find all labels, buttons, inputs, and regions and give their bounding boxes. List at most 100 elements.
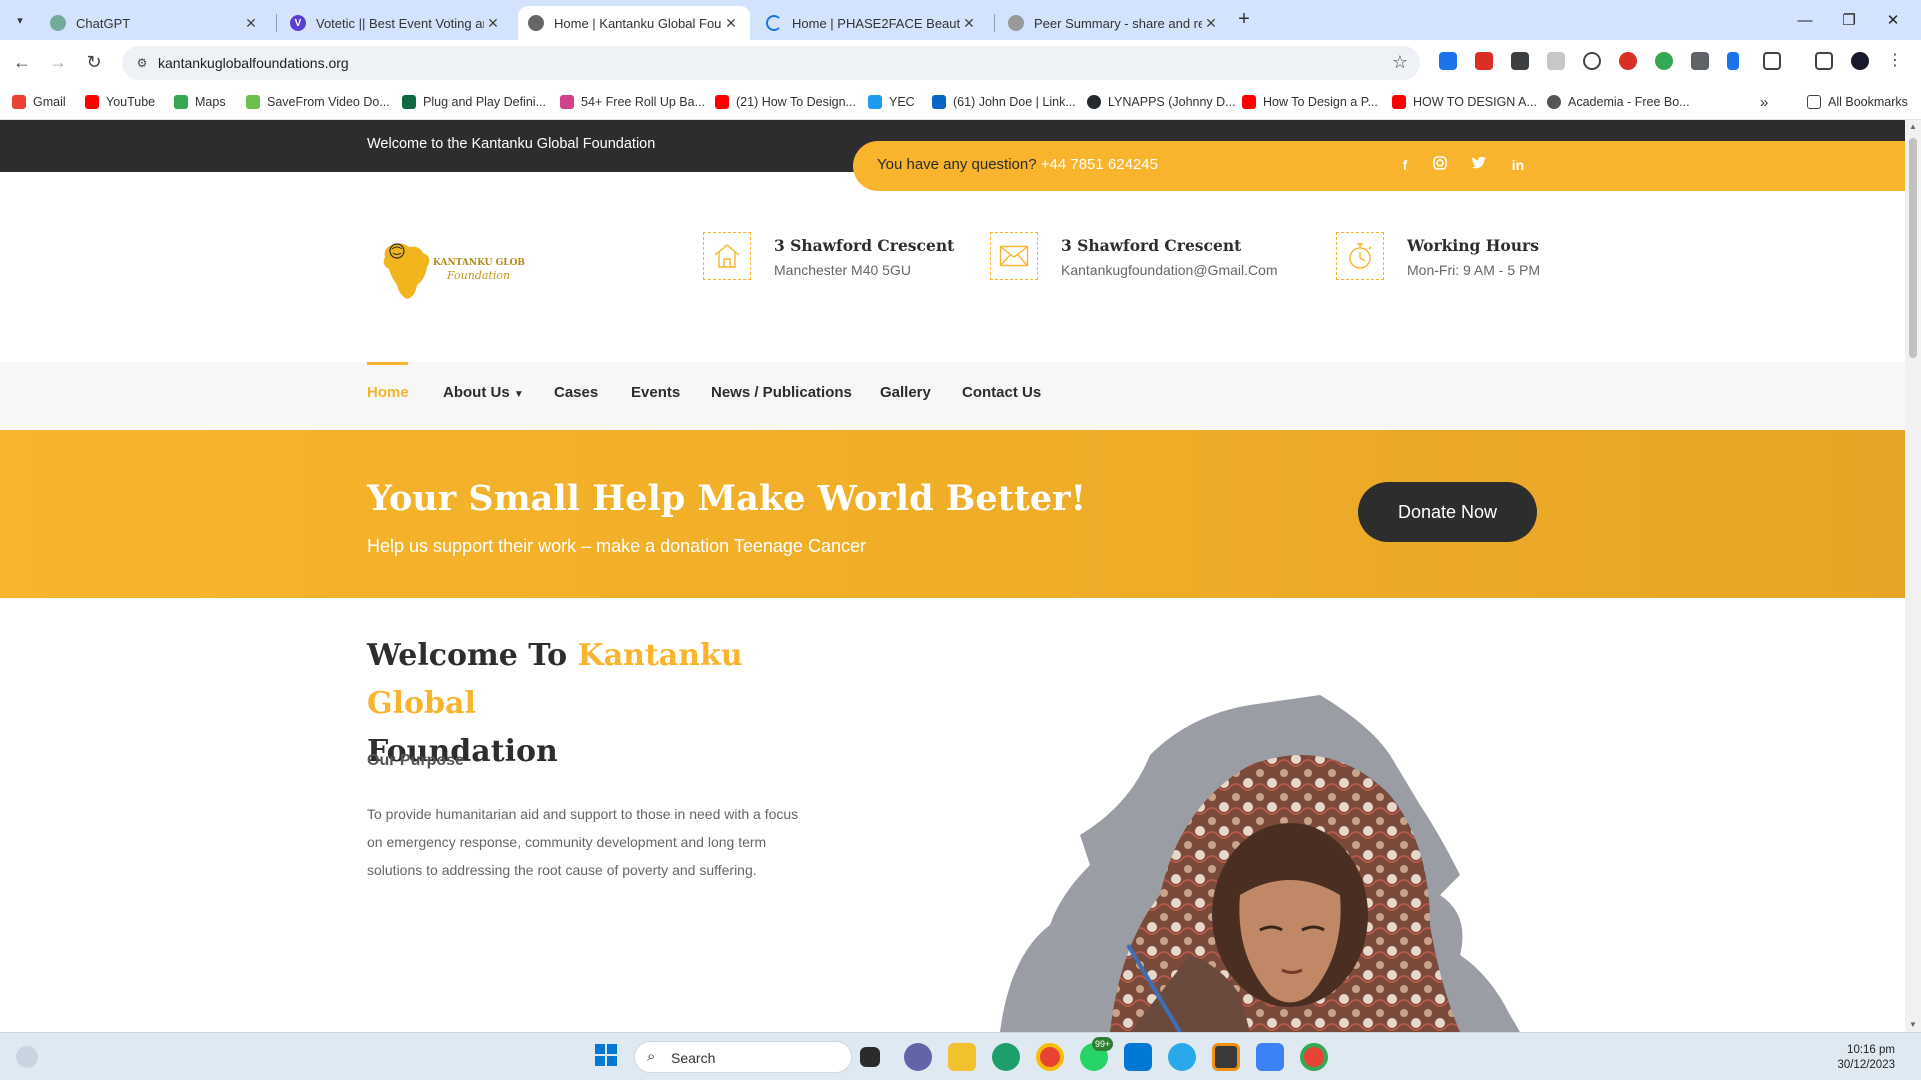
bookmark-savefrom[interactable]: SaveFrom Video Do... bbox=[246, 84, 390, 120]
gmail-icon bbox=[12, 95, 26, 109]
github-icon bbox=[1087, 95, 1101, 109]
bookmark-how-to-design[interactable]: (21) How To Design... bbox=[715, 84, 856, 120]
extension-icon[interactable] bbox=[1691, 52, 1709, 70]
reload-button[interactable]: ↻ bbox=[82, 50, 106, 74]
tab-votetic[interactable]: V Votetic || Best Event Voting and ✕ bbox=[280, 6, 512, 40]
extension-icon[interactable] bbox=[1511, 52, 1529, 70]
child-studying-image bbox=[1000, 695, 1520, 1032]
bookmark-yec[interactable]: YEC bbox=[868, 84, 915, 120]
edge-browser-icon[interactable] bbox=[992, 1043, 1020, 1071]
tab-search-button[interactable]: ▾ bbox=[8, 8, 32, 32]
start-windows-icon[interactable] bbox=[594, 1043, 622, 1071]
donation-banner: Your Small Help Make World Better! Help … bbox=[0, 430, 1905, 598]
vscode-icon[interactable] bbox=[1124, 1043, 1152, 1071]
extension-icon[interactable] bbox=[1583, 52, 1601, 70]
banner-title: Your Small Help Make World Better! bbox=[367, 478, 1086, 519]
app-icon[interactable] bbox=[1256, 1043, 1284, 1071]
page-scrollbar[interactable]: ▲ ▼ bbox=[1905, 120, 1921, 1032]
address-bar[interactable]: ⚙ kantankuglobalfoundations.org ☆ bbox=[122, 46, 1420, 80]
facebook-icon[interactable]: f bbox=[1395, 155, 1415, 175]
widgets-icon[interactable] bbox=[16, 1046, 38, 1068]
close-tab-icon[interactable]: ✕ bbox=[722, 15, 740, 32]
kantanku-logo[interactable]: KANTANKU GLOBAL Foundation bbox=[375, 235, 525, 305]
maps-icon bbox=[174, 95, 188, 109]
bookmark-maps[interactable]: Maps bbox=[174, 84, 226, 120]
extension-icon[interactable] bbox=[1619, 52, 1637, 70]
nav-home[interactable]: Home bbox=[367, 384, 409, 401]
teams-chat-icon[interactable] bbox=[904, 1043, 932, 1071]
close-tab-icon[interactable]: ✕ bbox=[242, 15, 260, 32]
bookmark-lynapps[interactable]: LYNAPPS (Johnny D... bbox=[1087, 84, 1236, 120]
close-tab-icon[interactable]: ✕ bbox=[1202, 15, 1220, 32]
bookmark-linkedin[interactable]: (61) John Doe | Link... bbox=[932, 84, 1076, 120]
side-panel-icon[interactable] bbox=[1815, 52, 1833, 70]
sublime-text-icon[interactable] bbox=[1212, 1043, 1240, 1071]
all-bookmarks-button[interactable]: All Bookmarks bbox=[1807, 84, 1908, 120]
bookmark-academia[interactable]: Academia - Free Bo... bbox=[1547, 84, 1690, 120]
bookmark-plug-and-play[interactable]: Plug and Play Defini... bbox=[402, 84, 546, 120]
bookmark-how-to-design-a[interactable]: HOW TO DESIGN A... bbox=[1392, 84, 1537, 120]
close-tab-icon[interactable]: ✕ bbox=[484, 15, 502, 32]
tab-peer-summary[interactable]: Peer Summary - share and read ✕ bbox=[998, 6, 1230, 40]
folder-icon bbox=[1807, 95, 1821, 109]
bookmark-how-to-design-p[interactable]: How To Design a P... bbox=[1242, 84, 1378, 120]
tab-kantanku[interactable]: Home | Kantanku Global Found ✕ bbox=[518, 6, 750, 40]
nav-events[interactable]: Events bbox=[631, 384, 680, 401]
scroll-up-arrow-icon[interactable]: ▲ bbox=[1905, 120, 1921, 134]
tab-chatgpt[interactable]: ChatGPT ✕ bbox=[40, 6, 270, 40]
twitter-icon[interactable] bbox=[1469, 155, 1489, 175]
nav-contact-us[interactable]: Contact Us bbox=[962, 384, 1041, 401]
site-info-icon[interactable]: ⚙ bbox=[134, 55, 150, 71]
chrome-browser-icon[interactable] bbox=[1036, 1043, 1064, 1071]
linkedin-icon bbox=[932, 95, 946, 109]
telegram-icon[interactable] bbox=[1168, 1043, 1196, 1071]
bookmark-roll-up[interactable]: 54+ Free Roll Up Ba... bbox=[560, 84, 705, 120]
scroll-down-arrow-icon[interactable]: ▼ bbox=[1905, 1018, 1921, 1032]
menu-kebab-icon[interactable]: ⋮ bbox=[1887, 52, 1903, 70]
nav-about-us[interactable]: About Us ▼ bbox=[443, 384, 524, 401]
nav-cases[interactable]: Cases bbox=[554, 384, 598, 401]
extension-icon[interactable] bbox=[1439, 52, 1457, 70]
site-icon bbox=[402, 95, 416, 109]
bookmark-star-icon[interactable]: ☆ bbox=[1392, 52, 1408, 73]
nav-news-publications[interactable]: News / Publications bbox=[711, 384, 852, 401]
close-tab-icon[interactable]: ✕ bbox=[960, 15, 978, 32]
bookmarks-overflow-button[interactable]: » bbox=[1760, 84, 1768, 120]
extensions-puzzle-icon[interactable] bbox=[1763, 52, 1781, 70]
loading-spinner-icon bbox=[766, 15, 782, 31]
extension-icon[interactable] bbox=[1727, 52, 1739, 70]
bookmark-gmail[interactable]: Gmail bbox=[12, 84, 66, 120]
task-view-icon[interactable] bbox=[860, 1047, 880, 1067]
close-window-button[interactable]: ✕ bbox=[1865, 0, 1921, 40]
file-explorer-icon[interactable] bbox=[948, 1043, 976, 1071]
profile-avatar[interactable] bbox=[1851, 52, 1869, 70]
phone-link[interactable]: +44 7851 624245 bbox=[1041, 156, 1158, 173]
chrome-profile-icon[interactable] bbox=[1300, 1043, 1328, 1071]
purpose-label: Our Purpose bbox=[367, 752, 464, 769]
envelope-icon bbox=[990, 232, 1038, 280]
svg-text:KANTANKU GLOBAL: KANTANKU GLOBAL bbox=[433, 258, 525, 268]
votetic-favicon-icon: V bbox=[290, 15, 306, 31]
banner-subtitle: Help us support their work – make a dona… bbox=[367, 536, 866, 556]
extension-icon[interactable] bbox=[1547, 52, 1565, 70]
extension-icon[interactable] bbox=[1655, 52, 1673, 70]
back-button[interactable]: ← bbox=[10, 50, 34, 74]
peer-summary-favicon-icon bbox=[1008, 15, 1024, 31]
scrollbar-thumb[interactable] bbox=[1909, 138, 1917, 358]
globe-favicon-icon bbox=[528, 15, 544, 31]
new-tab-button[interactable]: + bbox=[1232, 8, 1256, 32]
nav-gallery[interactable]: Gallery bbox=[880, 384, 931, 401]
bookmark-youtube[interactable]: YouTube bbox=[85, 84, 155, 120]
extension-icon[interactable] bbox=[1475, 52, 1493, 70]
home-icon bbox=[703, 232, 751, 280]
youtube-icon bbox=[1242, 95, 1256, 109]
notification-badge: 99+ bbox=[1092, 1037, 1114, 1051]
taskbar-search-box[interactable]: ⌕ Search bbox=[634, 1041, 852, 1073]
donate-now-button[interactable]: Donate Now bbox=[1358, 482, 1537, 542]
instagram-icon[interactable] bbox=[1430, 155, 1450, 175]
system-clock[interactable]: 10:16 pm 30/12/2023 bbox=[1837, 1043, 1895, 1073]
forward-button[interactable]: → bbox=[46, 50, 70, 74]
tab-phase2face[interactable]: Home | PHASE2FACE Beauty Cl ✕ bbox=[756, 6, 988, 40]
linkedin-icon[interactable]: in bbox=[1508, 155, 1528, 175]
download-arrow-icon bbox=[246, 95, 260, 109]
